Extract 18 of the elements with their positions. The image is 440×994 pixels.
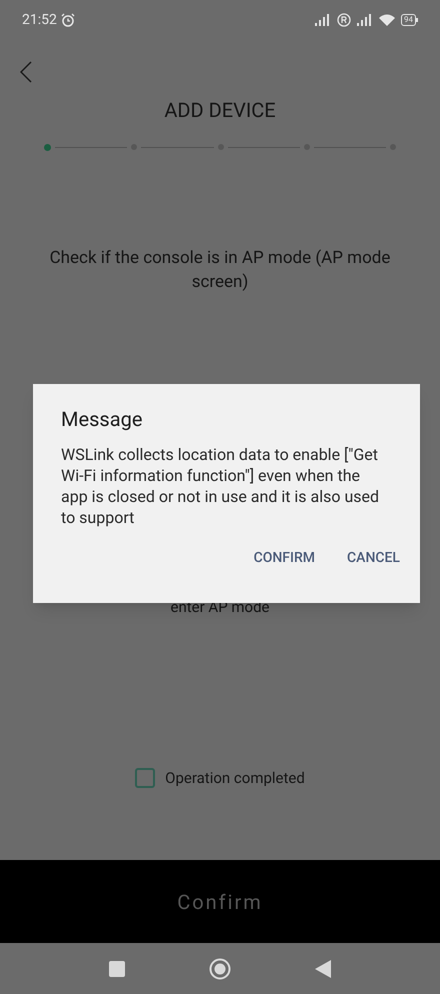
recents-icon[interactable] <box>109 960 125 976</box>
dialog-button[interactable]: CONFIRM <box>248 544 322 573</box>
page-title: ADD DEVICE <box>164 97 276 124</box>
registered-icon <box>337 13 351 27</box>
wifi-icon <box>379 14 395 26</box>
checkbox-label: Operation completed <box>165 768 305 789</box>
instruction-text: Check if the console is in AP mode (AP mode screen) <box>48 247 392 294</box>
dialog-title: Message <box>61 406 144 433</box>
signal-icon <box>315 14 331 26</box>
alarm-icon <box>60 13 75 27</box>
dialog-button[interactable]: CANCEL <box>341 544 406 573</box>
back-icon[interactable] <box>315 960 331 978</box>
battery-icon: 94 <box>401 14 418 26</box>
signal-icon <box>357 14 373 26</box>
checkbox[interactable] <box>135 768 156 788</box>
home-icon[interactable] <box>209 958 231 980</box>
status-time: 21:52 <box>22 10 57 30</box>
dialog-message: WSLink collects location data to enable ["Get Wi-Fi information function"] even when the app is closed or not in use and it is also used to support <box>61 444 380 528</box>
